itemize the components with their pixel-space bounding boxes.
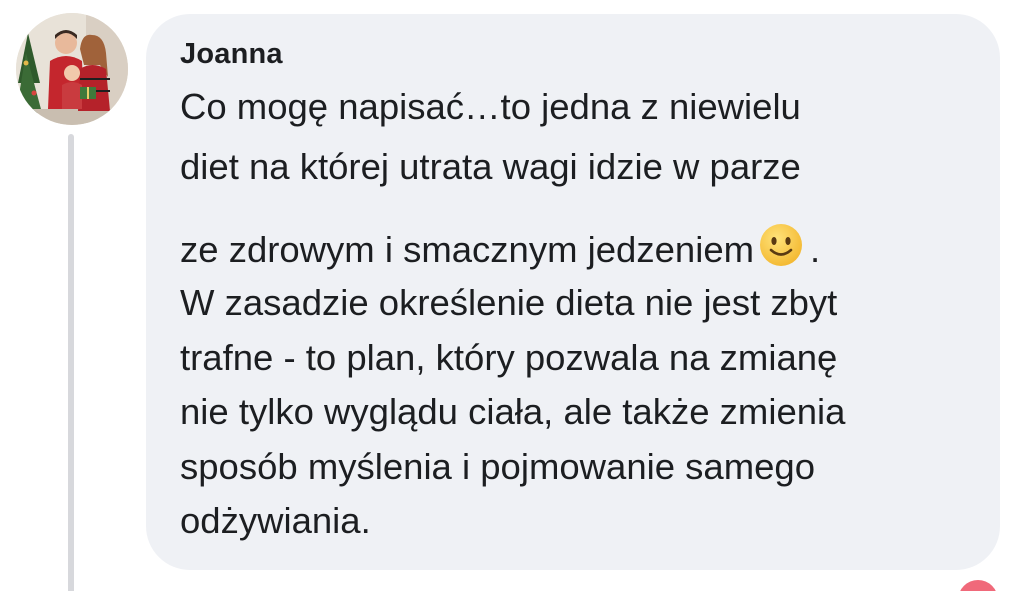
slightly-smiling-face-icon <box>758 222 804 268</box>
comment-line-1: Co mogę napisać…to jedna z niewielu <box>180 86 801 127</box>
comment-line-3-suffix: . <box>810 229 821 270</box>
profile-photo <box>16 13 128 125</box>
comment-line-3: ze zdrowym i smacznym jedzeniem. <box>180 216 820 271</box>
avatar[interactable] <box>16 13 128 125</box>
comment-line-8: odżywiania. <box>180 500 371 541</box>
comment-line-2: diet na której utrata wagi idzie w parze <box>180 146 801 187</box>
comment-line-4: W zasadzie określenie dieta nie jest zby… <box>180 282 838 323</box>
comment-line-6: nie tylko wyglądu ciała, ale także zmien… <box>180 391 846 432</box>
comment-line-5: trafne - to plan, który pozwala na zmian… <box>180 337 838 378</box>
comment-thread: Joanna Co mogę napisać…to jedna z niewie… <box>0 0 1024 591</box>
author-name[interactable]: Joanna <box>180 38 283 71</box>
comment-line-7: sposób myślenia i pojmowanie samego <box>180 446 816 487</box>
comment-line-3-text: ze zdrowym i smacznym jedzeniem <box>180 229 755 270</box>
reaction-heart-icon[interactable] <box>958 580 998 591</box>
thread-line <box>68 134 74 591</box>
